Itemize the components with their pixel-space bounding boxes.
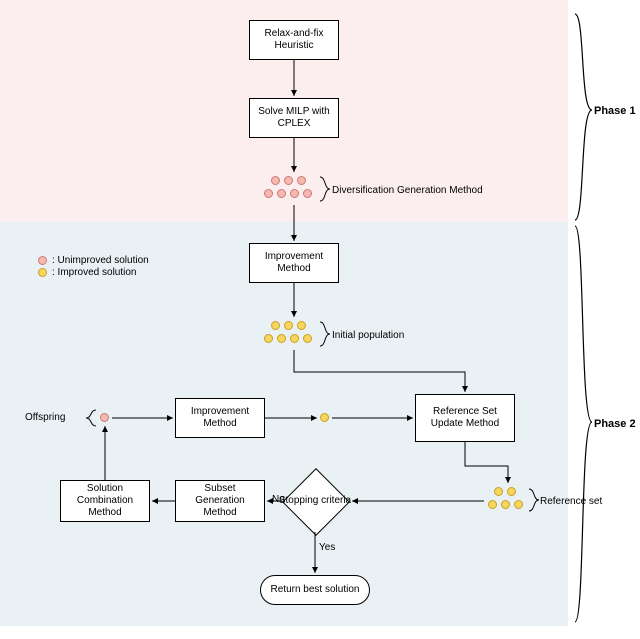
legend-text-unimproved: : Unimproved solution <box>52 255 149 267</box>
terminal-return-best: Return best solution <box>260 575 370 605</box>
legend-dot-unimproved <box>38 256 47 265</box>
improved-solution-dot <box>514 500 523 509</box>
improved-solution-dot <box>264 334 273 343</box>
legend-dot-improved <box>38 268 47 277</box>
box-solve-milp: Solve MILP with CPLEX <box>249 98 339 138</box>
legend-text-improved: : Improved solution <box>52 267 137 279</box>
improved-solution-dot <box>271 321 280 330</box>
unimproved-solution-dot <box>277 189 286 198</box>
box-subset-generation: Subset Generation Method <box>175 480 265 522</box>
box-solution-combination: Solution Combination Method <box>60 480 150 522</box>
box-improvement-1: Improvement Method <box>249 243 339 283</box>
label-phase-1: Phase 1 <box>594 105 636 118</box>
label-reference-set: Reference set <box>540 496 602 508</box>
unimproved-solution-dot <box>271 176 280 185</box>
unimproved-solution-dot <box>303 189 312 198</box>
improved-solution-dot <box>303 334 312 343</box>
unimproved-solution-dot <box>264 189 273 198</box>
box-relax-and-fix: Relax-and-fix Heuristic <box>249 20 339 60</box>
improved-solution-dot <box>290 334 299 343</box>
improved-solution-dot <box>494 487 503 496</box>
label-phase-2: Phase 2 <box>594 418 636 431</box>
box-improvement-2: Improvement Method <box>175 398 265 438</box>
unimproved-solution-dot <box>284 176 293 185</box>
label-offspring: Offspring <box>25 412 65 424</box>
unimproved-solution-dot <box>297 176 306 185</box>
improved-solution-dot <box>284 321 293 330</box>
improved-solution-dot <box>488 500 497 509</box>
improved-solution-dot <box>297 321 306 330</box>
box-refset-update: Reference Set Update Method <box>415 394 515 442</box>
edge-label-no: No <box>272 494 285 506</box>
offspring-dot <box>100 413 109 422</box>
improved-solution-dot <box>277 334 286 343</box>
unimproved-solution-dot <box>290 189 299 198</box>
improved-solution-dot <box>501 500 510 509</box>
label-stopping-criteria: Stopping criteria <box>277 488 353 514</box>
improved-solution-dot <box>320 413 329 422</box>
label-diversification: Diversification Generation Method <box>332 185 483 197</box>
improved-solution-dot <box>507 487 516 496</box>
edge-label-yes: Yes <box>319 542 335 554</box>
label-initial-population: Initial population <box>332 330 404 342</box>
